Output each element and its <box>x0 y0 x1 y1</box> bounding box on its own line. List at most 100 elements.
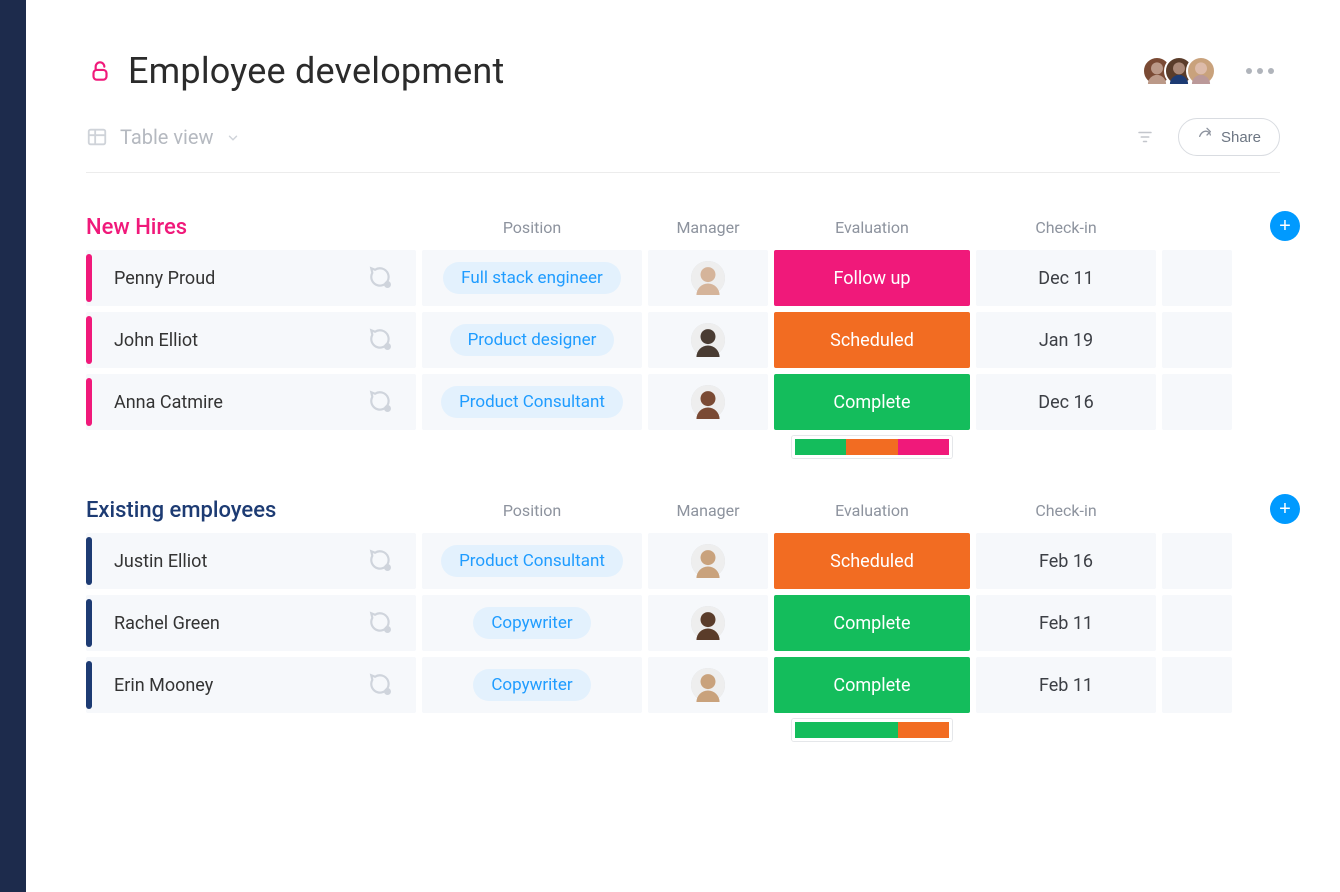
manager-avatar[interactable] <box>691 668 725 702</box>
column-header-checkin: Check-in <box>976 218 1156 237</box>
manager-avatar[interactable] <box>691 261 725 295</box>
toolbar: Table view Share <box>86 118 1280 173</box>
cell-checkin[interactable]: Feb 16 <box>976 533 1156 589</box>
group: New Hires Position Manager Evaluation Ch… <box>86 215 1280 458</box>
cell-name[interactable]: Penny Proud <box>86 250 416 306</box>
row-indicator <box>86 537 92 585</box>
cell-position[interactable]: Full stack engineer <box>422 250 642 306</box>
cell-name[interactable]: Justin Elliot <box>86 533 416 589</box>
row-indicator <box>86 661 92 709</box>
chat-icon[interactable] <box>368 327 394 353</box>
avatar[interactable] <box>1186 56 1216 86</box>
manager-avatar[interactable] <box>691 323 725 357</box>
status-chip: Follow up <box>774 250 970 306</box>
cell-checkin[interactable]: Jan 19 <box>976 312 1156 368</box>
table-row[interactable]: John Elliot Product designer Scheduled J… <box>86 312 1280 368</box>
chat-icon[interactable] <box>368 389 394 415</box>
cell-trailing <box>1162 250 1232 306</box>
cell-trailing <box>1162 595 1232 651</box>
table-row[interactable]: Erin Mooney Copywriter Complete Feb 11 <box>86 657 1280 713</box>
cell-position[interactable]: Product designer <box>422 312 642 368</box>
position-pill: Full stack engineer <box>443 262 621 294</box>
cell-evaluation[interactable]: Scheduled <box>774 312 970 368</box>
position-pill: Copywriter <box>473 669 590 701</box>
chat-icon[interactable] <box>368 672 394 698</box>
groups-container: New Hires Position Manager Evaluation Ch… <box>86 215 1280 741</box>
cell-name[interactable]: John Elliot <box>86 312 416 368</box>
share-label: Share <box>1221 129 1261 146</box>
filter-icon[interactable] <box>1136 128 1154 146</box>
column-header-position: Position <box>422 501 642 520</box>
cell-name[interactable]: Erin Mooney <box>86 657 416 713</box>
cell-position[interactable]: Product Consultant <box>422 533 642 589</box>
chat-icon[interactable] <box>368 265 394 291</box>
cell-checkin[interactable]: Dec 16 <box>976 374 1156 430</box>
cell-evaluation[interactable]: Complete <box>774 374 970 430</box>
column-header-checkin: Check-in <box>976 501 1156 520</box>
cell-evaluation[interactable]: Follow up <box>774 250 970 306</box>
cell-position[interactable]: Product Consultant <box>422 374 642 430</box>
employee-name: Rachel Green <box>114 613 220 634</box>
toolbar-right: Share <box>1136 118 1280 156</box>
cell-checkin[interactable]: Dec 11 <box>976 250 1156 306</box>
row-indicator <box>86 378 92 426</box>
evaluation-summary <box>86 719 1280 741</box>
employee-name: Penny Proud <box>114 268 215 289</box>
cell-position[interactable]: Copywriter <box>422 657 642 713</box>
cell-manager[interactable] <box>648 374 768 430</box>
header-left: Employee development <box>86 50 504 92</box>
add-row-button[interactable]: + <box>1270 494 1300 524</box>
table-row[interactable]: Rachel Green Copywriter Complete Feb 11 <box>86 595 1280 651</box>
table-row[interactable]: Penny Proud Full stack engineer Follow u… <box>86 250 1280 306</box>
cell-manager[interactable] <box>648 312 768 368</box>
manager-avatar[interactable] <box>691 544 725 578</box>
share-icon <box>1197 127 1213 147</box>
cell-manager[interactable] <box>648 657 768 713</box>
cell-manager[interactable] <box>648 533 768 589</box>
cell-name[interactable]: Anna Catmire <box>86 374 416 430</box>
cell-evaluation[interactable]: Scheduled <box>774 533 970 589</box>
cell-trailing <box>1162 657 1232 713</box>
cell-manager[interactable] <box>648 250 768 306</box>
column-header-position: Position <box>422 218 642 237</box>
column-header-manager: Manager <box>648 218 768 237</box>
column-header-evaluation: Evaluation <box>774 501 970 520</box>
employee-name: Erin Mooney <box>114 675 213 696</box>
manager-avatar[interactable] <box>691 385 725 419</box>
table-row[interactable]: Justin Elliot Product Consultant Schedul… <box>86 533 1280 589</box>
position-pill: Product Consultant <box>441 386 623 418</box>
employee-name: Anna Catmire <box>114 392 223 413</box>
cell-name[interactable]: Rachel Green <box>86 595 416 651</box>
group-header: New Hires Position Manager Evaluation Ch… <box>86 215 1280 240</box>
cell-checkin[interactable]: Feb 11 <box>976 595 1156 651</box>
cell-evaluation[interactable]: Complete <box>774 657 970 713</box>
status-chip: Complete <box>774 595 970 651</box>
share-button[interactable]: Share <box>1178 118 1280 156</box>
cell-manager[interactable] <box>648 595 768 651</box>
chat-icon[interactable] <box>368 548 394 574</box>
column-header-manager: Manager <box>648 501 768 520</box>
row-indicator <box>86 316 92 364</box>
group-title[interactable]: Existing employees <box>86 498 416 523</box>
group-header: Existing employees Position Manager Eval… <box>86 498 1280 523</box>
status-chip: Scheduled <box>774 533 970 589</box>
cell-trailing <box>1162 312 1232 368</box>
header-avatars[interactable] <box>1142 56 1216 86</box>
view-label: Table view <box>120 125 214 149</box>
cell-checkin[interactable]: Feb 11 <box>976 657 1156 713</box>
cell-trailing <box>1162 374 1232 430</box>
cell-position[interactable]: Copywriter <box>422 595 642 651</box>
manager-avatar[interactable] <box>691 606 725 640</box>
cell-trailing <box>1162 533 1232 589</box>
position-pill: Product Consultant <box>441 545 623 577</box>
add-row-button[interactable]: + <box>1270 211 1300 241</box>
chat-icon[interactable] <box>368 610 394 636</box>
more-menu-icon[interactable] <box>1240 62 1280 80</box>
status-chip: Complete <box>774 374 970 430</box>
cell-evaluation[interactable]: Complete <box>774 595 970 651</box>
view-selector[interactable]: Table view <box>86 125 240 149</box>
header-right <box>1142 56 1280 86</box>
group-title[interactable]: New Hires <box>86 215 416 240</box>
column-header-evaluation: Evaluation <box>774 218 970 237</box>
table-row[interactable]: Anna Catmire Product Consultant Complete… <box>86 374 1280 430</box>
